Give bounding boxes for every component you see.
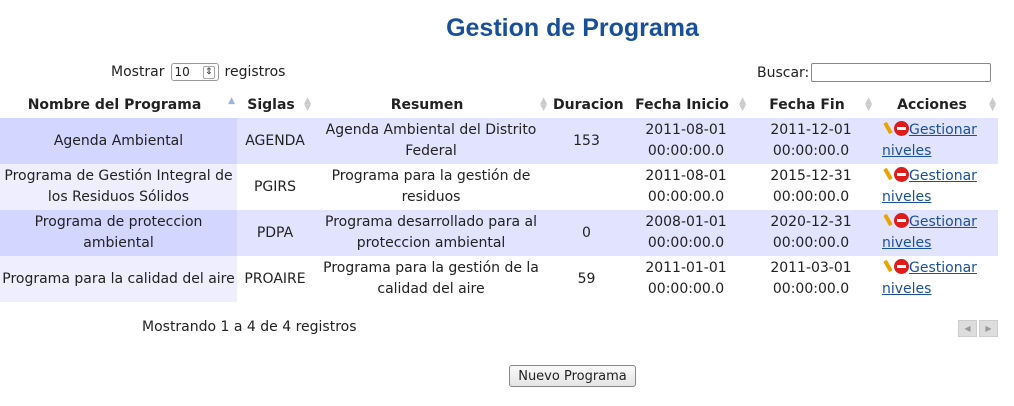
cell-duracion: 59: [549, 256, 624, 302]
delete-icon[interactable]: [894, 213, 909, 228]
table-info: Mostrando 1 a 4 de 4 registros: [142, 319, 357, 335]
select-arrows-icon: ⇕: [202, 65, 215, 79]
cell-siglas: PGIRS: [237, 164, 313, 210]
length-prefix: Mostrar: [111, 64, 165, 80]
cell-resumen: Agenda Ambiental del Distrito Federal: [313, 118, 549, 164]
sort-icon: ▲ ▼: [865, 96, 872, 113]
cell-acciones: Gestionar niveles: [874, 256, 998, 302]
header-siglas[interactable]: Siglas ▲ ▼: [237, 92, 313, 118]
header-fecha-inicio[interactable]: Fecha Inicio ▲ ▼: [624, 92, 748, 118]
next-page-icon[interactable]: ▶: [979, 320, 998, 337]
cell-duracion: [549, 164, 624, 210]
sort-icon: ▲ ▼: [304, 96, 311, 113]
delete-icon[interactable]: [894, 121, 909, 136]
cell-duracion: 153: [549, 118, 624, 164]
pencil-icon[interactable]: [882, 260, 894, 274]
cell-nombre: Agenda Ambiental: [0, 118, 237, 164]
header-acciones[interactable]: Acciones ▲ ▼: [874, 92, 998, 118]
cell-siglas: AGENDA: [237, 118, 313, 164]
cell-siglas: PDPA: [237, 210, 313, 256]
pencil-icon[interactable]: [882, 214, 894, 228]
cell-acciones: Gestionar niveles: [874, 118, 998, 164]
sort-icon: ▲ ▼: [540, 96, 547, 113]
cell-resumen: Programa para la gestión de residuos: [313, 164, 549, 210]
programs-table: Nombre del Programa ▲ Siglas ▲ ▼ Resumen ▲ ▼ …: [0, 92, 998, 302]
cell-duracion: 0: [549, 210, 624, 256]
header-nombre[interactable]: Nombre del Programa ▲: [0, 92, 237, 118]
sort-asc-icon: ▲: [228, 96, 235, 106]
cell-acciones: Gestionar niveles: [874, 164, 998, 210]
search-input[interactable]: [811, 63, 992, 82]
table-header-row: Nombre del Programa ▲ Siglas ▲ ▼ Resumen ▲ ▼ …: [0, 92, 998, 118]
pagination: ◀ ▶: [958, 320, 998, 337]
cell-fecha-fin: 2011-12-01 00:00:00.0: [748, 118, 874, 164]
cell-resumen: Programa desarrollado para al proteccion…: [313, 210, 549, 256]
page-length-select[interactable]: 10 ⇕: [170, 63, 219, 81]
table-row: Programa para la calidad del aire PROAIR…: [0, 256, 998, 302]
table-row: Programa de proteccion ambiental PDPA Pr…: [0, 210, 998, 256]
header-duracion[interactable]: Duracion: [549, 92, 624, 118]
cell-nombre: Programa para la calidad del aire: [0, 256, 237, 302]
header-resumen[interactable]: Resumen ▲ ▼: [313, 92, 549, 118]
cell-fecha-fin: 2020-12-31 00:00:00.0: [748, 210, 874, 256]
page-length-value: 10: [174, 65, 190, 79]
cell-fecha-fin: 2015-12-31 00:00:00.0: [748, 164, 874, 210]
cell-fecha-fin: 2011-03-01 00:00:00.0: [748, 256, 874, 302]
delete-icon[interactable]: [894, 167, 909, 182]
table-row: Agenda Ambiental AGENDA Agenda Ambiental…: [0, 118, 998, 164]
table-row: Programa de Gestión Integral de los Resi…: [0, 164, 998, 210]
cell-fecha-inicio: 2011-01-01 00:00:00.0: [624, 256, 748, 302]
sort-icon: ▲ ▼: [739, 96, 746, 113]
page-length-control: Mostrar 10 ⇕ registros: [111, 63, 285, 81]
pencil-icon[interactable]: [882, 122, 894, 136]
length-suffix: registros: [224, 64, 286, 80]
cell-fecha-inicio: 2008-01-01 00:00:00.0: [624, 210, 748, 256]
cell-siglas: PROAIRE: [237, 256, 313, 302]
sort-icon: ▲ ▼: [989, 96, 996, 113]
search-control: Buscar:: [757, 63, 992, 82]
page-title: Gestion de Programa: [446, 14, 699, 42]
cell-fecha-inicio: 2011-08-01 00:00:00.0: [624, 164, 748, 210]
prev-page-icon[interactable]: ◀: [958, 320, 977, 337]
cell-resumen: Programa para la gestión de la calidad d…: [313, 256, 549, 302]
cell-nombre: Programa de Gestión Integral de los Resi…: [0, 164, 237, 210]
cell-acciones: Gestionar niveles: [874, 210, 998, 256]
search-label: Buscar:: [757, 64, 810, 81]
delete-icon[interactable]: [894, 259, 909, 274]
cell-nombre: Programa de proteccion ambiental: [0, 210, 237, 256]
pencil-icon[interactable]: [882, 168, 894, 182]
cell-fecha-inicio: 2011-08-01 00:00:00.0: [624, 118, 748, 164]
nuevo-programa-button[interactable]: Nuevo Programa: [509, 365, 636, 387]
header-fecha-fin[interactable]: Fecha Fin ▲ ▼: [748, 92, 874, 118]
